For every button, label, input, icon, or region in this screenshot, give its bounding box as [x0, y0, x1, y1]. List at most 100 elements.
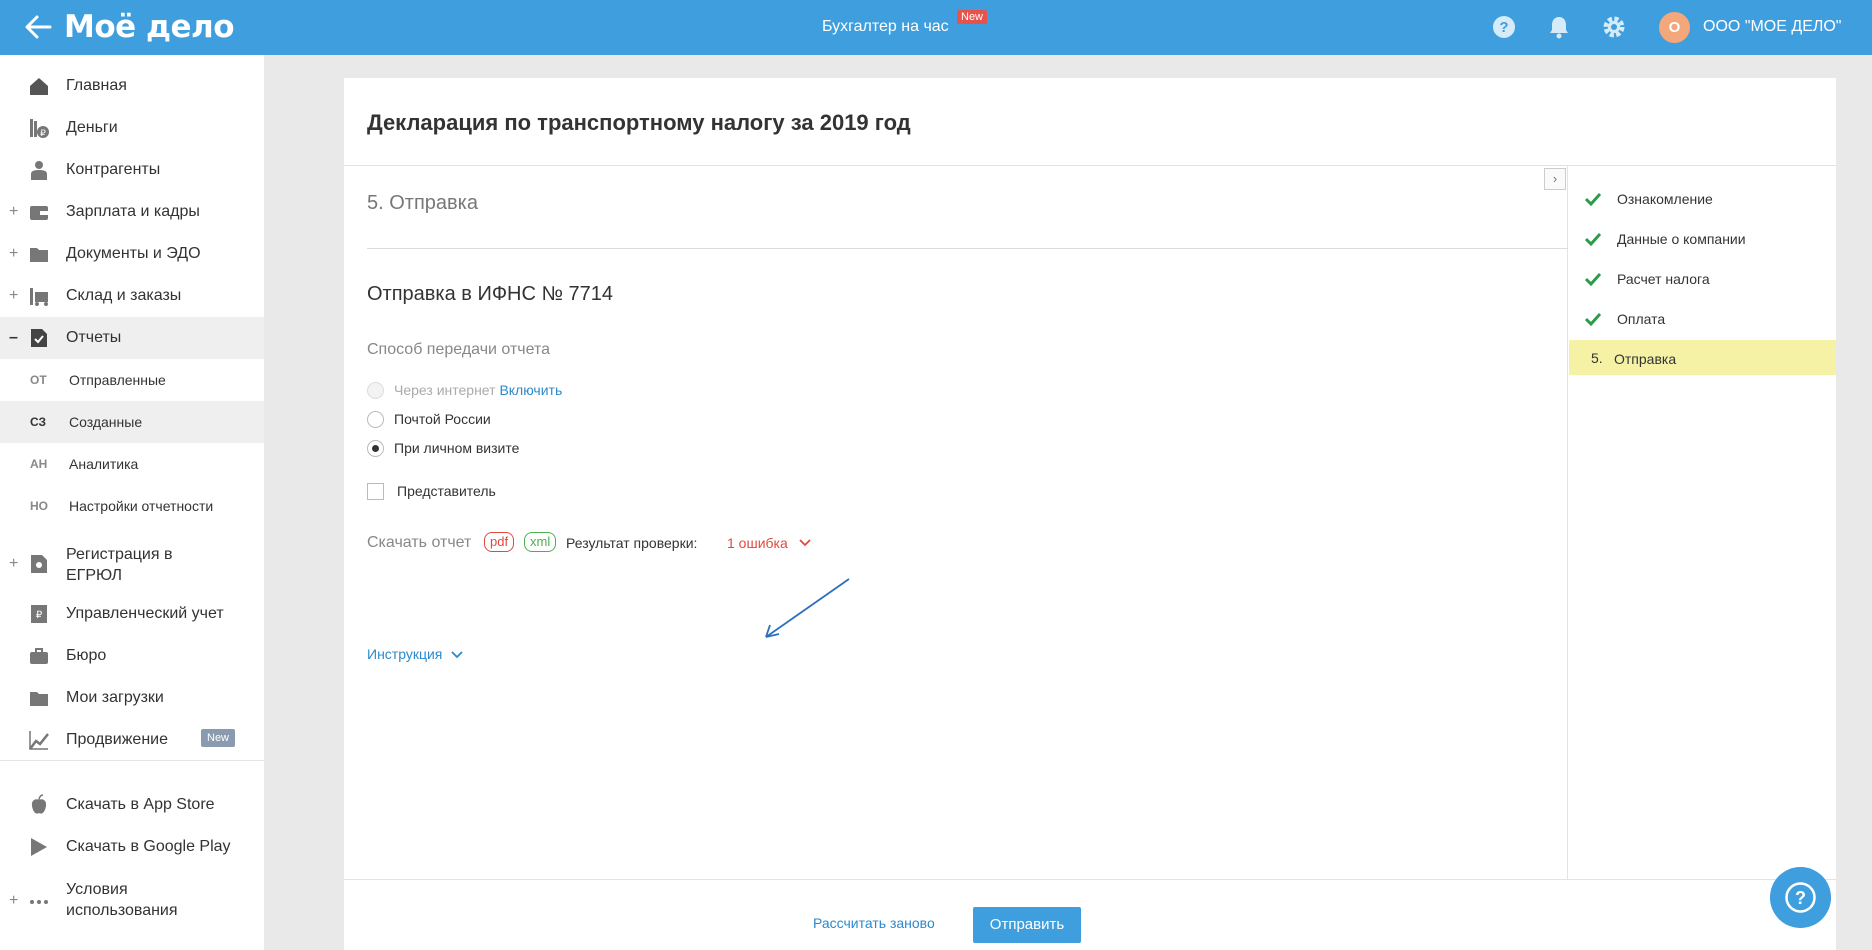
chevron-down-icon[interactable]	[450, 648, 464, 662]
sidebar-item-label: Отчеты	[66, 329, 122, 346]
step-item-payment[interactable]: Оплата	[1569, 300, 1836, 336]
sidebar-item-label: Условия	[66, 881, 128, 898]
sidebar-subitem-settings[interactable]: НО Настройки отчетности	[0, 485, 264, 527]
sidebar-item-label: Продвижение	[66, 731, 168, 748]
subitem-abbr: СЗ	[30, 415, 47, 429]
sidebar-item-label: Зарплата и кадры	[66, 203, 200, 220]
warehouse-icon	[30, 288, 48, 306]
step-item-sending[interactable]: 5. Отправка	[1569, 340, 1836, 375]
home-icon	[30, 78, 48, 95]
bell-icon[interactable]	[1546, 14, 1572, 40]
sidebar-subitem-analytics[interactable]: АН Аналитика	[0, 443, 264, 485]
accountant-hour-link[interactable]: Бухгалтер на час	[822, 18, 949, 36]
xml-download-button[interactable]: xml	[524, 532, 557, 552]
radio-label: Через интернет Включить	[394, 382, 563, 398]
sidebar-item-bureau[interactable]: Бюро	[0, 635, 264, 677]
step-label: Расчет налога	[1617, 271, 1710, 287]
avatar[interactable]: О	[1659, 12, 1690, 43]
checkbox-label: Представитель	[397, 483, 496, 499]
subitem-label: Отправленные	[69, 372, 166, 388]
sidebar-item-registration[interactable]: + Регистрация в ЕГРЮЛ	[0, 543, 264, 591]
sidebar-item-label: Деньги	[66, 119, 118, 136]
step-item-intro[interactable]: Ознакомление	[1569, 180, 1836, 216]
step-item-tax-calc[interactable]: Расчет налога	[1569, 260, 1836, 296]
send-button[interactable]: Отправить	[973, 907, 1081, 943]
subitem-abbr: АН	[30, 457, 48, 471]
instruction-link[interactable]: Инструкция	[367, 646, 442, 662]
svg-text:₽: ₽	[36, 610, 43, 621]
sidebar-item-salary[interactable]: + Зарплата и кадры	[0, 191, 264, 233]
sidebar-item-warehouse[interactable]: + Склад и заказы	[0, 275, 264, 317]
chevron-down-icon[interactable]	[798, 536, 812, 550]
radio-button[interactable]	[367, 411, 384, 428]
apple-icon	[31, 794, 47, 814]
sidebar-item-promotion[interactable]: Продвижение New	[0, 719, 264, 761]
company-name[interactable]: ООО "МОЕ ДЕЛО"	[1703, 18, 1841, 36]
radio-button[interactable]	[367, 440, 384, 457]
sidebar-item-documents[interactable]: + Документы и ЭДО	[0, 233, 264, 275]
google-play-icon	[31, 838, 47, 856]
sidebar-item-google-play[interactable]: Скачать в Google Play	[0, 826, 264, 868]
check-icon	[1585, 232, 1601, 246]
step-label: Оплата	[1617, 311, 1666, 327]
gear-icon[interactable]	[1601, 14, 1627, 40]
recalculate-link[interactable]: Рассчитать заново	[813, 915, 935, 931]
step-content: 5. Отправка Отправка в ИФНС № 7714 Спосо…	[344, 166, 1568, 879]
sidebar: Главная ₽ Деньги Контрагенты + Зарплата …	[0, 55, 264, 950]
sidebar-item-home[interactable]: Главная	[0, 65, 264, 107]
wallet-icon	[30, 206, 48, 220]
step-item-company[interactable]: Данные о компании	[1569, 220, 1836, 256]
sidebar-item-contractors[interactable]: Контрагенты	[0, 149, 264, 191]
radio-button[interactable]	[367, 382, 384, 399]
sidebar-item-money[interactable]: ₽ Деньги	[0, 107, 264, 149]
sidebar-item-label: Склад и заказы	[66, 287, 182, 304]
section-title: Отправка в ИФНС № 7714	[367, 283, 613, 305]
new-badge: New	[201, 729, 236, 747]
step-label: Данные о компании	[1617, 231, 1746, 247]
help-chat-button[interactable]: ?	[1770, 867, 1831, 928]
subitem-label: Настройки отчетности	[69, 498, 214, 514]
sidebar-item-app-store[interactable]: Скачать в App Store	[0, 784, 264, 826]
sidebar-item-management[interactable]: ₽ Управленческий учет	[0, 593, 264, 635]
sidebar-item-label: Мои загрузки	[66, 689, 164, 706]
enable-link[interactable]: Включить	[499, 382, 562, 398]
representative-checkbox[interactable]	[367, 483, 384, 500]
logo[interactable]: Моё дело	[64, 9, 235, 45]
collapse-icon[interactable]: –	[9, 329, 18, 347]
collapse-steps-button[interactable]: ›	[1544, 168, 1566, 190]
subitem-abbr: НО	[30, 499, 48, 513]
expand-icon[interactable]: +	[9, 555, 18, 573]
sidebar-item-downloads[interactable]: Мои загрузки	[0, 677, 264, 719]
more-icon	[30, 900, 48, 904]
sidebar-divider	[0, 760, 264, 761]
step-title: 5. Отправка	[367, 192, 478, 214]
pdf-download-button[interactable]: pdf	[484, 532, 515, 552]
page-title: Декларация по транспортному налогу за 20…	[367, 110, 911, 135]
top-header: Моё дело Бухгалтер на час New ? О ООО "М…	[0, 0, 1872, 55]
transfer-method-label: Способ передачи отчета	[367, 341, 551, 358]
sidebar-item-reports[interactable]: – Отчеты	[0, 317, 264, 359]
sidebar-subitem-sent[interactable]: ОТ Отправленные	[0, 359, 264, 401]
divider	[367, 248, 1568, 249]
sidebar-item-label: Контрагенты	[66, 161, 161, 178]
sidebar-item-label: Бюро	[66, 647, 107, 664]
expand-icon[interactable]: +	[9, 245, 18, 263]
radio-label: Почтой России	[394, 411, 491, 427]
back-arrow-icon[interactable]	[24, 13, 52, 41]
sidebar-item-label: Скачать в Google Play	[66, 838, 231, 855]
expand-icon[interactable]: +	[9, 892, 18, 910]
expand-icon[interactable]: +	[9, 287, 18, 305]
radio-label: При личном визите	[394, 440, 520, 456]
sidebar-item-terms[interactable]: + Условия использования	[0, 878, 264, 926]
folder-icon	[30, 248, 48, 262]
expand-icon[interactable]: +	[9, 203, 18, 221]
money-icon: ₽	[30, 119, 49, 138]
sidebar-subitem-created[interactable]: СЗ Созданные	[0, 401, 264, 443]
downloads-icon	[30, 692, 48, 706]
svg-text:₽: ₽	[40, 128, 46, 138]
sidebar-item-label: Документы и ЭДО	[66, 245, 201, 262]
subitem-label: Аналитика	[69, 456, 139, 472]
help-icon[interactable]: ?	[1491, 14, 1517, 40]
report-icon	[31, 329, 47, 347]
errors-link[interactable]: 1 ошибка	[727, 535, 788, 551]
